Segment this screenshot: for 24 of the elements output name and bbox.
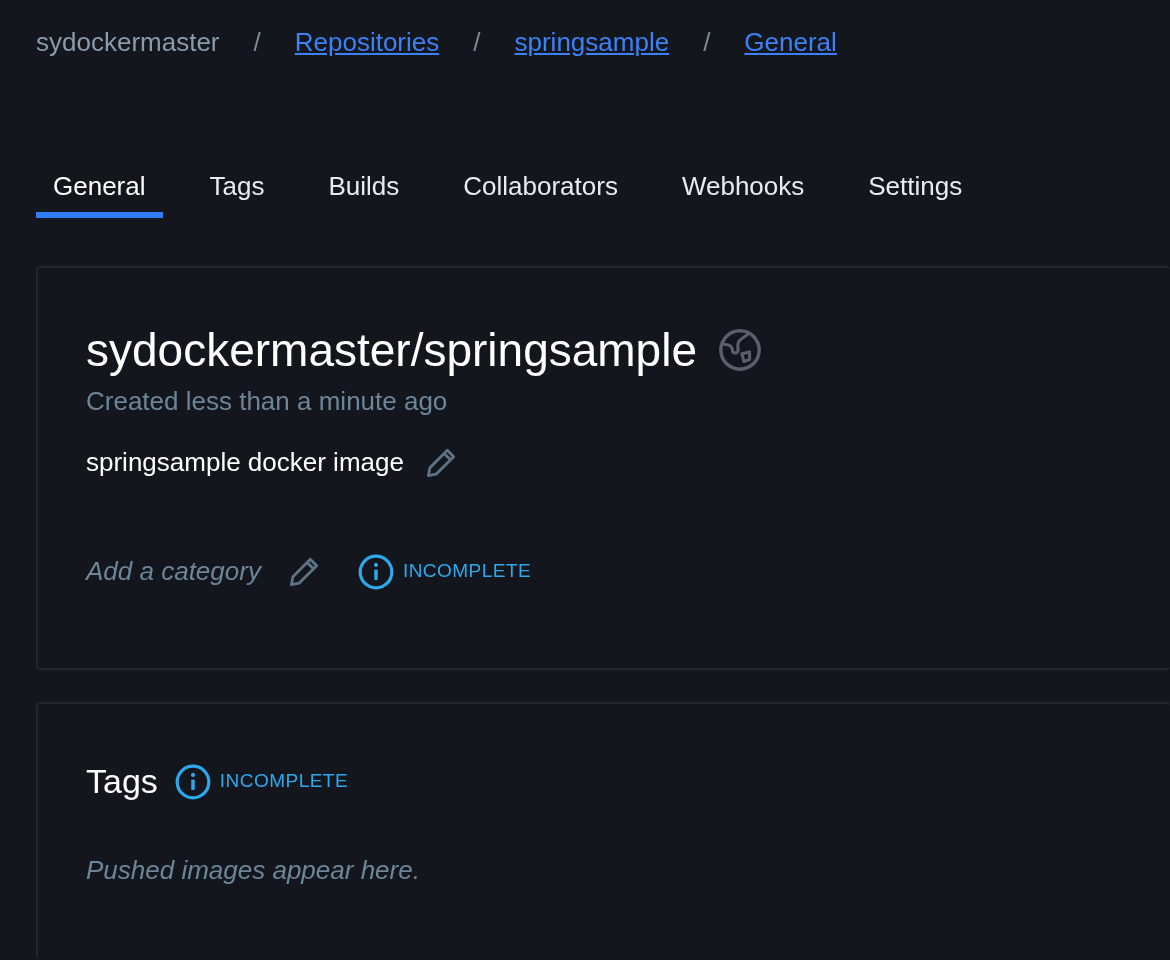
status-label: INCOMPLETE	[219, 769, 349, 794]
repository-title: sydockermaster/springsample	[86, 323, 697, 378]
breadcrumb-separator: /	[703, 25, 711, 59]
breadcrumb-link[interactable]: General	[744, 22, 837, 62]
empty-message: Pushed images appear here.	[86, 854, 421, 887]
breadcrumb-separator: /	[473, 25, 481, 59]
tab[interactable]: Tags	[192, 160, 282, 218]
tab[interactable]: Webhooks	[664, 160, 822, 218]
breadcrumb-item: sydockermaster	[36, 25, 220, 59]
created-time: Created less than a minute ago	[86, 385, 449, 418]
category-prompt: Add a category	[86, 555, 261, 588]
tab[interactable]: Builds	[311, 160, 417, 218]
breadcrumb-link[interactable]: Repositories	[294, 22, 440, 62]
info-icon	[173, 762, 212, 801]
section-title: Tags	[86, 761, 158, 802]
globe-icon	[717, 327, 763, 373]
info-icon	[356, 552, 395, 591]
status-label: INCOMPLETE	[402, 559, 532, 584]
tab[interactable]: Settings	[851, 160, 980, 218]
repository-description: springsample docker image	[86, 446, 404, 479]
breadcrumb-separator: /	[253, 25, 261, 59]
tab[interactable]: Collaborators	[446, 160, 635, 218]
breadcrumb-link[interactable]: springsample	[514, 22, 670, 62]
tab[interactable]: General	[36, 160, 163, 218]
